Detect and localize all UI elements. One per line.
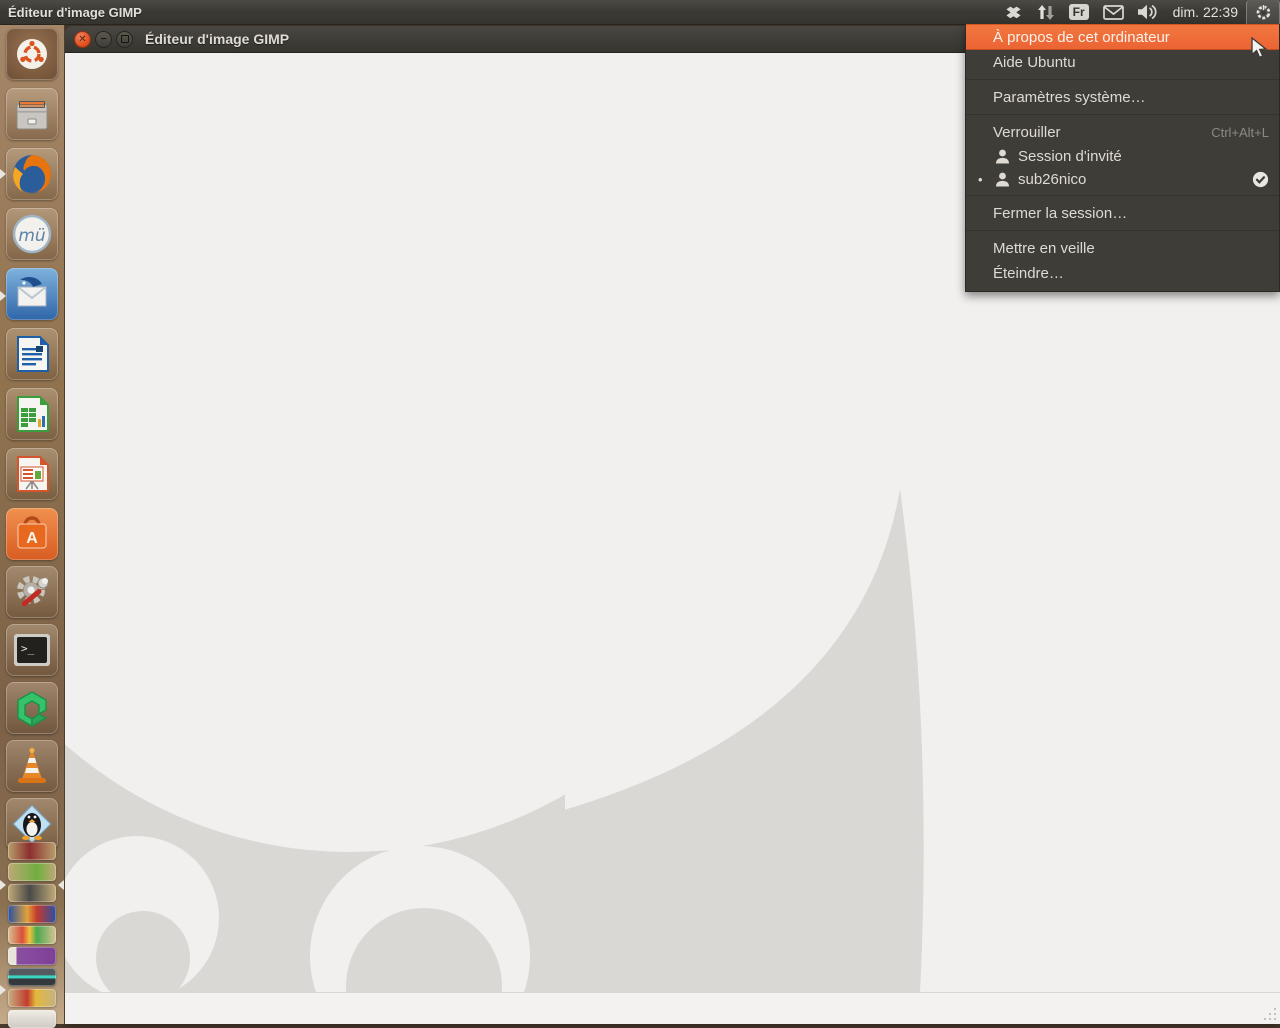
ubuntu-dash-button[interactable] [6,28,58,80]
thunderbird-button[interactable] [6,268,58,320]
firefox-button[interactable] [6,148,58,200]
menu-item-ubuntu-help[interactable]: Aide Ubuntu [966,50,1279,75]
running-indicator-thunderbird-icon [0,291,6,301]
system-settings-button[interactable] [6,566,58,618]
libreoffice-calc-button[interactable] [6,388,58,440]
folded-app-pan[interactable] [8,884,56,902]
impress-presentation-icon [17,456,49,492]
menu-item-shut-down[interactable]: Éteindre… [966,261,1279,286]
folded-app-cnet[interactable] [8,989,56,1007]
folded-app-purple[interactable] [8,947,56,965]
minimize-button[interactable]: − [95,30,112,48]
dropbox-status-icon[interactable] [997,0,1030,24]
window-title: Éditeur d'image GIMP [145,31,290,47]
libreoffice-impress-button[interactable] [6,448,58,500]
menu-separator [966,79,1279,81]
green-hexagon-icon [17,691,48,728]
maximize-button[interactable] [116,30,133,48]
menu-item-guest-session[interactable]: Session d'invité [966,145,1279,168]
menu-separator [966,114,1279,116]
libreoffice-writer-button[interactable] [6,328,58,380]
folded-app-white[interactable] [8,1010,56,1028]
gear-wrench-icon [17,576,49,607]
menu-item-system-settings[interactable]: Paramètres système… [966,85,1279,110]
unity-launcher: mü A >_ [0,24,65,1028]
musescore-icon: mü [12,214,52,254]
svg-text:mü: mü [18,226,46,246]
terminal-icon: >_ [14,634,50,666]
menu-item-log-out[interactable]: Fermer la session… [966,201,1279,226]
session-gear-icon [1256,3,1270,19]
indicator-area: Fr dim. 22:39 [997,0,1280,24]
green-hexagon-app-button[interactable] [6,682,58,734]
folded-app-download[interactable] [8,863,56,881]
sound-volume-icon[interactable] [1131,0,1165,24]
vlc-button[interactable] [6,740,58,792]
menu-separator [966,230,1279,232]
vlc-cone-icon [18,747,46,783]
menu-item-suspend[interactable]: Mettre en veille [966,236,1279,261]
session-menu-button[interactable] [1246,0,1280,24]
svg-text:A: A [26,530,38,547]
penguin-icon [12,804,52,844]
close-button[interactable]: ✕ [74,30,91,48]
svg-text:>_: >_ [21,642,35,655]
lock-shortcut: Ctrl+Alt+L [1211,125,1269,140]
folded-app-frozen-bubble[interactable] [8,905,56,923]
panel-clock[interactable]: dim. 22:39 [1165,4,1246,20]
session-menu: À propos de cet ordinateur Aide Ubuntu P… [965,24,1280,292]
top-panel: Éditeur d'image GIMP Fr dim. 22:39 [0,0,1280,25]
folded-app-tuxracer[interactable] [8,842,56,860]
menu-item-lock[interactable]: Verrouiller Ctrl+Alt+L [966,120,1279,145]
active-user-bullet: • [978,172,983,187]
software-center-button[interactable]: A [6,508,58,560]
firefox-icon [13,155,51,193]
network-traffic-icon[interactable] [1030,0,1062,24]
file-manager-button[interactable] [6,88,58,140]
mouse-cursor-icon [1251,37,1268,59]
running-indicator-icon [0,985,6,995]
writer-document-icon [17,336,49,372]
terminal-button[interactable]: >_ [6,624,58,676]
checkmark-icon [1252,171,1269,188]
thunderbird-icon [17,276,47,307]
menu-item-about-computer[interactable]: À propos de cet ordinateur [966,24,1279,50]
calc-spreadsheet-icon [17,396,49,432]
keyboard-layout-label: Fr [1068,4,1089,20]
ubuntu-logo-icon [17,39,47,69]
file-cabinet-icon [16,101,48,130]
keyboard-layout-indicator[interactable]: Fr [1062,0,1096,24]
folded-app-audio-recorder[interactable] [8,968,56,986]
musescore-button[interactable]: mü [6,208,58,260]
focused-indicator-icon [58,880,64,890]
menu-item-user-sub26nico[interactable]: • sub26nico [966,168,1279,191]
running-indicator-icon [0,880,6,890]
panel-app-title: Éditeur d'image GIMP [8,4,142,20]
user-icon [996,172,1009,187]
messaging-envelope-icon[interactable] [1096,0,1131,24]
shopping-bag-icon: A [17,516,47,549]
user-icon [996,149,1009,164]
menu-separator [966,195,1279,197]
gimp-statusbar [65,992,1280,1024]
running-indicator-firefox-icon [0,169,6,179]
folded-app-chrome[interactable] [8,926,56,944]
resize-grip-icon[interactable] [1260,1004,1276,1020]
